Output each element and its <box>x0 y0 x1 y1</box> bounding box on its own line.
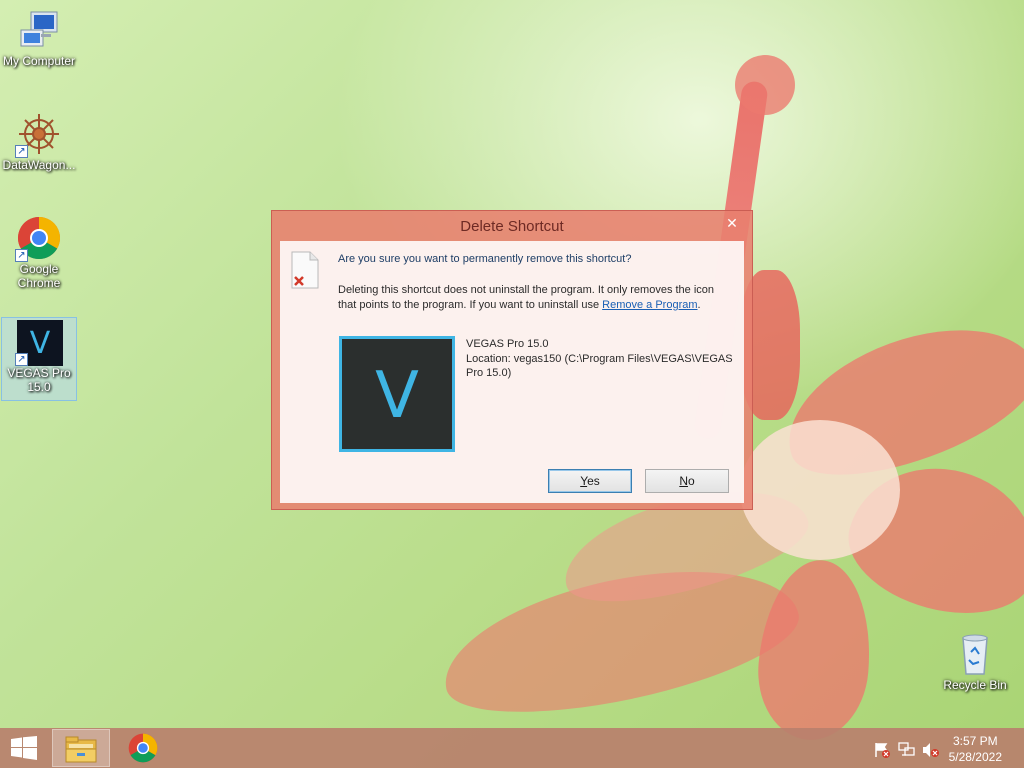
remove-a-program-link[interactable]: Remove a Program <box>602 299 697 311</box>
desktop-icon-vegas-pro[interactable]: V ↗ VEGAS Pro 15.0 <box>1 317 77 401</box>
info-text: Deleting this shortcut does not uninstal… <box>338 283 718 313</box>
vegas-letter: V <box>375 359 419 433</box>
delete-shortcut-dialog: Delete Shortcut ✕ Are you sure you want … <box>271 210 753 510</box>
taskbar-file-explorer[interactable] <box>52 729 110 767</box>
app-name: VEGAS Pro 15.0 <box>466 338 549 350</box>
info-text-tail: . <box>697 299 701 311</box>
delete-document-icon <box>290 251 320 289</box>
network-icon[interactable] <box>898 742 915 756</box>
vegas-pro-large-icon: V <box>339 336 455 452</box>
clock-time: 3:57 PM <box>952 734 998 748</box>
shortcut-arrow-icon: ↗ <box>15 249 28 262</box>
start-button[interactable] <box>0 729 48 767</box>
shortcut-arrow-icon: ↗ <box>15 145 28 158</box>
desktop-icon-label: VEGAS Pro 15.0 <box>7 366 71 394</box>
clock-date: 5/28/2022 <box>948 750 1002 764</box>
desktop-icon-label: My Computer <box>2 54 76 68</box>
close-icon: ✕ <box>726 215 738 231</box>
action-center-flag-icon[interactable] <box>874 742 890 758</box>
folder-icon <box>65 736 97 763</box>
windows-logo-icon <box>11 736 37 760</box>
no-button[interactable]: No <box>645 469 729 493</box>
confirm-question: Are you sure you want to permanently rem… <box>338 253 632 265</box>
taskbar: 3:57 PM 5/28/2022 <box>0 728 1024 768</box>
desktop-icon-google-chrome[interactable]: ↗ Google Chrome <box>1 216 77 290</box>
taskbar-clock[interactable]: 3:57 PM 5/28/2022 <box>949 733 1002 765</box>
dialog-title: Delete Shortcut <box>460 218 564 235</box>
svg-text:V: V <box>30 326 51 361</box>
dialog-titlebar[interactable]: Delete Shortcut ✕ <box>272 211 752 241</box>
desktop-icon-my-computer[interactable]: My Computer <box>1 8 77 68</box>
desktop-icon-label: Google Chrome <box>17 262 61 290</box>
app-location: Location: vegas150 (C:\Program Files\VEG… <box>466 353 733 379</box>
yes-button[interactable]: Yes <box>548 469 632 493</box>
dialog-content: Are you sure you want to permanently rem… <box>280 241 744 503</box>
desktop-icon-label: Recycle Bin <box>943 678 1007 692</box>
desktop-icon-recycle-bin[interactable]: Recycle Bin <box>937 632 1013 692</box>
taskbar-chrome[interactable] <box>114 729 172 767</box>
no-accelerator: N <box>679 474 688 488</box>
desktop-icon-label: DataWagon... <box>2 158 76 172</box>
desktop-icon-datawagon[interactable]: ↗ DataWagon... <box>1 112 77 172</box>
yes-label-rest: es <box>587 474 600 488</box>
volume-muted-icon[interactable] <box>922 742 939 757</box>
shortcut-arrow-icon: ↗ <box>15 353 28 366</box>
no-label-rest: o <box>687 474 695 488</box>
close-button[interactable]: ✕ <box>718 213 746 233</box>
chrome-icon: ↗ <box>15 216 61 262</box>
vegas-pro-icon: V ↗ <box>15 320 63 366</box>
datawagon-star-icon: ↗ <box>15 112 61 158</box>
computer-icon <box>17 8 61 52</box>
chrome-icon <box>128 733 158 763</box>
recycle-bin-icon <box>953 632 997 676</box>
